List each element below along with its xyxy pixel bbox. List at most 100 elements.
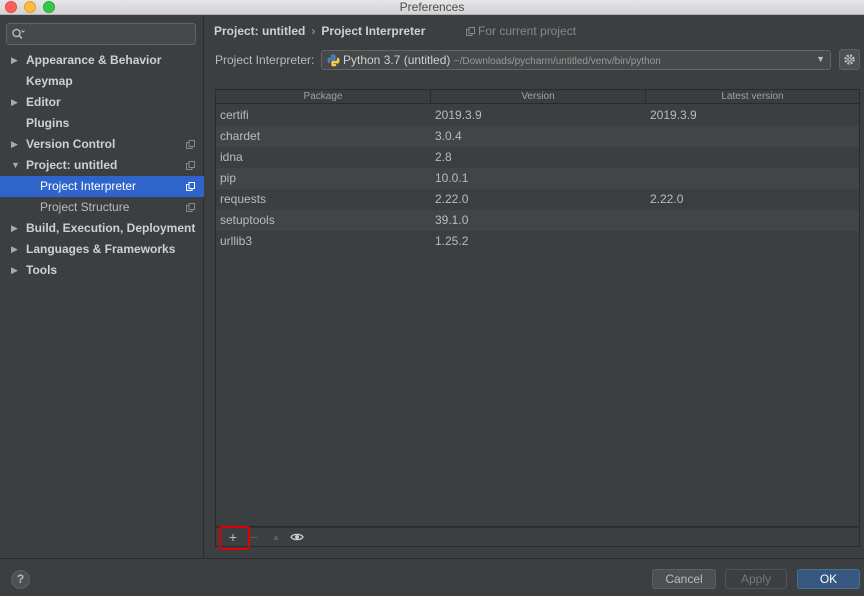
- sidebar-item-label: Project Structure: [40, 200, 130, 214]
- version-cell: 1.25.2: [435, 234, 469, 248]
- add-package-button[interactable]: +: [219, 526, 250, 550]
- package-cell: urllib3: [220, 234, 253, 248]
- table-row[interactable]: certifi 2019.3.9 2019.3.9: [216, 105, 859, 126]
- breadcrumb: Project: untitled › Project Interpreter: [214, 23, 425, 39]
- title-bar: Preferences: [0, 0, 864, 15]
- sidebar-item-project-untitled[interactable]: ▼ Project: untitled: [0, 155, 204, 176]
- upgrade-package-button[interactable]: ▲: [267, 529, 285, 545]
- copy-icon: [186, 182, 195, 191]
- settings-sidebar: ▶ Appearance & Behavior Keymap ▶ Editor Plugi…: [0, 15, 204, 558]
- package-cell: certifi: [220, 108, 249, 122]
- sidebar-item-plugins[interactable]: Plugins: [0, 113, 204, 134]
- sidebar-item-tools[interactable]: ▶ Tools: [0, 260, 204, 281]
- chevron-right-icon[interactable]: ▶: [11, 134, 21, 155]
- sidebar-item-editor[interactable]: ▶ Editor: [0, 92, 204, 113]
- sidebar-item-label: Keymap: [26, 74, 73, 88]
- sidebar-item-project-structure[interactable]: Project Structure: [0, 197, 204, 218]
- table-row[interactable]: requests 2.22.0 2.22.0: [216, 189, 859, 210]
- sidebar-item-label: Tools: [26, 263, 58, 277]
- sidebar-item-label: Appearance & Behavior: [26, 53, 162, 67]
- breadcrumb-page: Project Interpreter: [321, 24, 426, 38]
- show-early-releases-button[interactable]: [288, 529, 306, 545]
- sidebar-item-project-interpreter[interactable]: Project Interpreter: [0, 176, 204, 197]
- latest-version-cell: 2019.3.9: [650, 108, 697, 122]
- breadcrumb-project: Project: untitled: [214, 24, 306, 38]
- latest-version-cell: [646, 168, 859, 189]
- package-cell: chardet: [220, 129, 261, 143]
- project-interpreter-panel: Project: untitled › Project Interpreter Fo…: [205, 15, 864, 558]
- packages-table: Package Version Latest version certifi 20…: [215, 89, 860, 527]
- interpreter-settings-button[interactable]: [839, 49, 860, 70]
- remove-package-button[interactable]: −: [245, 529, 263, 545]
- dialog-footer: ? Cancel Apply OK: [0, 558, 864, 596]
- package-cell: pip: [220, 171, 237, 185]
- column-header-package[interactable]: Package: [216, 90, 431, 104]
- package-cell: idna: [220, 150, 243, 164]
- sidebar-item-label: Project: untitled: [26, 158, 118, 172]
- package-cell: setuptools: [220, 213, 275, 227]
- table-header: Package Version Latest version: [216, 90, 859, 104]
- sidebar-item-label: Languages & Frameworks: [26, 242, 176, 256]
- column-header-version[interactable]: Version: [431, 90, 646, 104]
- interpreter-path: ~/Downloads/pycharm/untitled/venv/bin/py…: [453, 56, 661, 67]
- package-cell: requests: [220, 192, 267, 206]
- latest-version-cell: 2.22.0: [650, 192, 684, 206]
- sidebar-item-label: Build, Execution, Deployment: [26, 221, 196, 235]
- sidebar-item-build-execution-deployment[interactable]: ▶ Build, Execution, Deployment: [0, 218, 204, 239]
- sidebar-item-label: Project Interpreter: [40, 179, 137, 193]
- for-current-project-note: For current project: [466, 23, 576, 39]
- preferences-window: Preferences ▶ Appearance & Behavior Keymap…: [0, 0, 864, 596]
- settings-search-input[interactable]: [31, 26, 191, 42]
- interpreter-value: Python 3.7 (untitled) ~/Downloads/pychar…: [343, 53, 661, 69]
- triangle-up-icon: ▲: [271, 532, 281, 542]
- copy-icon: [186, 140, 195, 149]
- sidebar-item-label: Editor: [26, 95, 61, 109]
- chevron-right-icon[interactable]: ▶: [11, 218, 21, 239]
- version-cell: 10.0.1: [435, 171, 469, 185]
- sidebar-item-label: Version Control: [26, 137, 116, 151]
- table-row[interactable]: chardet 3.0.4: [216, 126, 859, 147]
- gear-icon: [844, 54, 855, 65]
- copy-icon: [466, 27, 475, 36]
- chevron-right-icon[interactable]: ▶: [11, 260, 21, 281]
- chevron-right-icon[interactable]: ▶: [11, 239, 21, 260]
- interpreter-label: Project Interpreter:: [215, 53, 315, 67]
- column-header-latest-version[interactable]: Latest version: [646, 90, 859, 104]
- cancel-button[interactable]: Cancel: [652, 569, 716, 589]
- for-current-project-label: For current project: [478, 24, 577, 38]
- search-icon: [12, 28, 25, 40]
- version-cell: 2.22.0: [435, 192, 469, 206]
- version-cell: 2019.3.9: [435, 108, 482, 122]
- python-icon: [327, 54, 340, 67]
- latest-version-cell: [646, 126, 859, 147]
- apply-button[interactable]: Apply: [725, 569, 787, 589]
- table-row[interactable]: pip 10.0.1: [216, 168, 859, 189]
- interpreter-select[interactable]: Python 3.7 (untitled) ~/Downloads/pychar…: [321, 50, 831, 70]
- sidebar-item-appearance-behavior[interactable]: ▶ Appearance & Behavior: [0, 50, 204, 71]
- copy-icon: [186, 203, 195, 212]
- table-row[interactable]: idna 2.8: [216, 147, 859, 168]
- chevron-right-icon[interactable]: ▶: [11, 50, 21, 71]
- table-body: certifi 2019.3.9 2019.3.9 chardet 3.0.4 idna 2…: [216, 105, 859, 252]
- version-cell: 3.0.4: [435, 129, 462, 143]
- sidebar-item-keymap[interactable]: Keymap: [0, 71, 204, 92]
- table-row[interactable]: urllib3 1.25.2: [216, 231, 859, 252]
- packages-toolbar: + − ▲: [215, 526, 860, 550]
- latest-version-cell: [646, 231, 859, 252]
- chevron-down-icon[interactable]: ▼: [11, 155, 21, 176]
- ok-button[interactable]: OK: [797, 569, 860, 589]
- sidebar-item-languages-frameworks[interactable]: ▶ Languages & Frameworks: [0, 239, 204, 260]
- table-row[interactable]: setuptools 39.1.0: [216, 210, 859, 231]
- help-button[interactable]: ?: [11, 570, 30, 589]
- interpreter-name: Python 3.7 (untitled): [343, 53, 451, 67]
- settings-search[interactable]: [6, 23, 196, 45]
- settings-tree: ▶ Appearance & Behavior Keymap ▶ Editor Plugi…: [0, 50, 204, 281]
- version-cell: 39.1.0: [435, 213, 469, 227]
- chevron-down-icon: ▼: [816, 54, 825, 64]
- latest-version-cell: [646, 147, 859, 168]
- window-title: Preferences: [399, 0, 465, 14]
- chevron-right-icon[interactable]: ▶: [11, 92, 21, 113]
- sidebar-item-label: Plugins: [26, 116, 70, 130]
- sidebar-item-version-control[interactable]: ▶ Version Control: [0, 134, 204, 155]
- minus-icon: −: [249, 529, 259, 545]
